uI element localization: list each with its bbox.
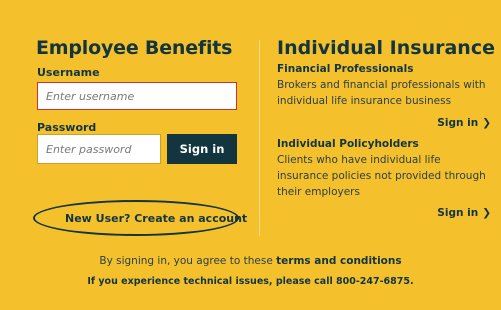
chevron-right-icon: ❯ [482, 117, 491, 129]
username-input[interactable] [37, 82, 237, 110]
terms-link[interactable]: terms and conditions [276, 255, 401, 267]
employee-benefits-title: Employee Benefits [36, 37, 233, 59]
column-divider [259, 40, 260, 236]
individual-policyholders-heading: Individual Policyholders [277, 138, 419, 150]
policyholders-signin-link[interactable]: Sign in ❯ [437, 207, 491, 219]
chevron-right-icon: ❯ [482, 207, 491, 219]
financial-signin-link[interactable]: Sign in ❯ [437, 117, 491, 129]
financial-signin-label: Sign in [437, 117, 479, 129]
password-input[interactable] [37, 134, 161, 164]
terms-prefix: By signing in, you agree to these [99, 255, 273, 267]
create-account-link[interactable]: New User? Create an account [65, 212, 247, 225]
individual-insurance-title: Individual Insurance [277, 37, 495, 59]
individual-policyholders-description: Clients who have individual life insuran… [277, 154, 486, 198]
login-page: Employee Benefits Username Password Sign… [0, 0, 501, 310]
financial-professionals-description: Brokers and financial professionals with… [277, 79, 486, 107]
financial-professionals-heading: Financial Professionals [277, 63, 414, 75]
password-label: Password [37, 121, 97, 134]
terms-notice: By signing in, you agree to these terms … [0, 255, 501, 267]
policyholders-signin-label: Sign in [437, 207, 479, 219]
employee-signin-button[interactable]: Sign in [167, 134, 237, 164]
tech-support-notice: If you experience technical issues, plea… [87, 276, 414, 287]
username-label: Username [37, 66, 100, 79]
